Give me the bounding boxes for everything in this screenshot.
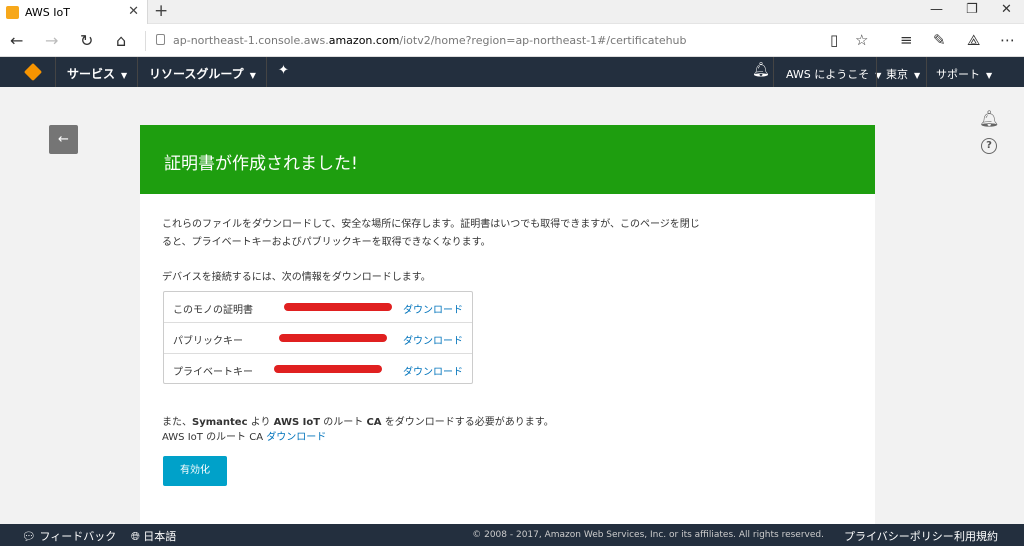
root-ca-download-link[interactable]: ダウンロード <box>266 432 326 443</box>
lock-icon <box>156 34 165 45</box>
globe-icon: 🌐︎ <box>131 530 144 543</box>
notice-text: より <box>247 417 274 428</box>
refresh-icon[interactable]: ↻ <box>80 31 93 50</box>
aws-logo-icon[interactable] <box>23 62 43 82</box>
notice-text: のルート <box>320 417 367 428</box>
device-info-text: デバイスを接続するには、次の情報をダウンロードします。 <box>162 272 431 283</box>
nav-divider <box>137 57 138 87</box>
restore-icon[interactable]: ❐ <box>966 2 978 17</box>
language-selector[interactable]: 🌐︎ 日本語 <box>131 528 176 544</box>
aws-top-nav: サービス ▼ リソースグループ ▼ ✦ 🔔︎ AWS にようこそ ▼ 東京 ▼ サポート… <box>0 57 1024 87</box>
download-description: これらのファイルをダウンロードして、安全な場所に保存します。証明書はいつでも取得… <box>162 219 700 248</box>
tab-title: AWS IoT <box>25 5 70 19</box>
back-button[interactable]: ← <box>49 125 78 154</box>
tab-close-icon[interactable]: ✕ <box>128 4 139 19</box>
services-menu[interactable]: サービス ▼ <box>67 65 127 82</box>
url-domain: amazon.com <box>328 34 400 47</box>
url-prefix: ap-northeast-1.console.aws. <box>173 34 329 47</box>
redaction-mark <box>284 303 392 311</box>
aws-iot-name: AWS IoT <box>273 417 321 428</box>
hub-icon[interactable]: ≡ <box>900 31 913 49</box>
file-label: パブリックキー <box>173 336 243 347</box>
chevron-down-icon: ▼ <box>986 71 993 80</box>
file-label: プライベートキー <box>173 367 253 378</box>
web-note-icon[interactable]: ✎ <box>933 31 946 49</box>
feedback-label: フィードバック <box>39 530 117 543</box>
symantec-name: Symantec <box>192 417 248 428</box>
page-title: 証明書が作成されました! <box>164 154 358 174</box>
new-tab-button[interactable]: + <box>154 1 168 21</box>
more-icon[interactable]: ⋯ <box>1000 31 1015 49</box>
url-field[interactable]: ap-northeast-1.console.aws.amazon.com/io… <box>145 31 805 51</box>
nav-divider <box>266 57 267 87</box>
browser-tab[interactable]: AWS IoT ✕ <box>0 0 148 24</box>
browser-tab-bar: AWS IoT ✕ + — ❐ ✕ <box>0 0 1024 24</box>
feedback-link[interactable]: 💬︎ フィードバック <box>22 528 116 544</box>
help-icon[interactable]: ? <box>981 138 997 154</box>
root-ca-line: AWS IoT のルート CA ダウンロード <box>162 430 326 445</box>
chevron-down-icon: ▼ <box>914 71 921 80</box>
symantec-notice: また、Symantec より AWS IoT のルート CA をダウンロードする… <box>162 415 554 430</box>
address-bar: ← → ↻ ⌂ ap-northeast-1.console.aws.amazo… <box>0 24 1024 57</box>
redaction-mark <box>274 365 382 373</box>
back-arrow-icon: ← <box>58 132 69 147</box>
nav-divider <box>876 57 877 87</box>
notice-text: をダウンロードする必要があります。 <box>381 417 554 428</box>
language-label: 日本語 <box>143 530 177 543</box>
support-label: サポート <box>936 68 980 81</box>
copyright-text: © 2008 - 2017, Amazon Web Services, Inc.… <box>472 530 824 540</box>
file-row: パブリックキー ダウンロード <box>164 323 472 354</box>
services-label: サービス <box>67 67 116 81</box>
speech-bubble-icon: 💬︎ <box>22 530 40 543</box>
notice-text: また、 <box>162 417 192 428</box>
url-suffix: /iotv2/home?region=ap-northeast-1#/certi… <box>399 34 687 47</box>
forward-arrow-icon[interactable]: → <box>45 31 58 50</box>
pin-icon[interactable]: ✦ <box>278 63 289 78</box>
bell-icon[interactable]: 🔔︎ <box>752 62 770 78</box>
resource-groups-label: リソースグループ <box>149 67 244 81</box>
download-link[interactable]: ダウンロード <box>403 301 463 316</box>
home-icon[interactable]: ⌂ <box>116 31 126 50</box>
download-link[interactable]: ダウンロード <box>403 332 463 347</box>
favorite-star-icon[interactable]: ☆ <box>855 31 868 49</box>
nav-divider <box>773 57 774 87</box>
certificate-created-card: 証明書が作成されました! これらのファイルをダウンロードして、安全な場所に保存し… <box>140 125 875 525</box>
aws-favicon-icon <box>6 5 19 19</box>
nav-divider <box>55 57 56 87</box>
support-menu[interactable]: サポート ▼ <box>936 66 992 82</box>
region-label: 東京 <box>886 68 908 81</box>
notification-bell-icon[interactable]: 🔔︎ <box>979 109 999 128</box>
redaction-mark <box>279 334 387 342</box>
ca-name: CA <box>366 417 382 428</box>
success-banner: 証明書が作成されました! <box>140 125 875 194</box>
chevron-down-icon: ▼ <box>249 71 256 80</box>
download-link[interactable]: ダウンロード <box>403 363 463 378</box>
nav-divider <box>926 57 927 87</box>
privacy-policy-link[interactable]: プライバシーポリシー <box>844 528 954 544</box>
back-arrow-icon[interactable]: ← <box>10 31 23 50</box>
aws-footer: 💬︎ フィードバック 🌐︎ 日本語 © 2008 - 2017, Amazon … <box>0 524 1024 546</box>
share-icon[interactable]: ⟁ <box>967 31 980 49</box>
region-menu[interactable]: 東京 ▼ <box>886 66 920 82</box>
file-row: プライベートキー ダウンロード <box>164 354 472 385</box>
root-ca-label: AWS IoT のルート CA <box>162 432 267 443</box>
certificate-files-table: このモノの証明書 ダウンロード パブリックキー ダウンロード プライベートキー … <box>163 291 473 384</box>
window-close-icon[interactable]: ✕ <box>1001 2 1012 17</box>
welcome-label: AWS にようこそ <box>786 68 870 81</box>
account-menu[interactable]: AWS にようこそ ▼ <box>786 66 881 82</box>
file-label: このモノの証明書 <box>173 305 253 316</box>
resource-groups-menu[interactable]: リソースグループ ▼ <box>149 65 256 82</box>
terms-link[interactable]: 利用規約 <box>954 528 998 544</box>
file-row: このモノの証明書 ダウンロード <box>164 292 472 323</box>
reading-view-icon[interactable]: ▯ <box>830 31 838 49</box>
activate-button[interactable]: 有効化 <box>163 456 227 486</box>
minimize-icon[interactable]: — <box>930 2 943 17</box>
chevron-down-icon: ▼ <box>121 71 128 80</box>
